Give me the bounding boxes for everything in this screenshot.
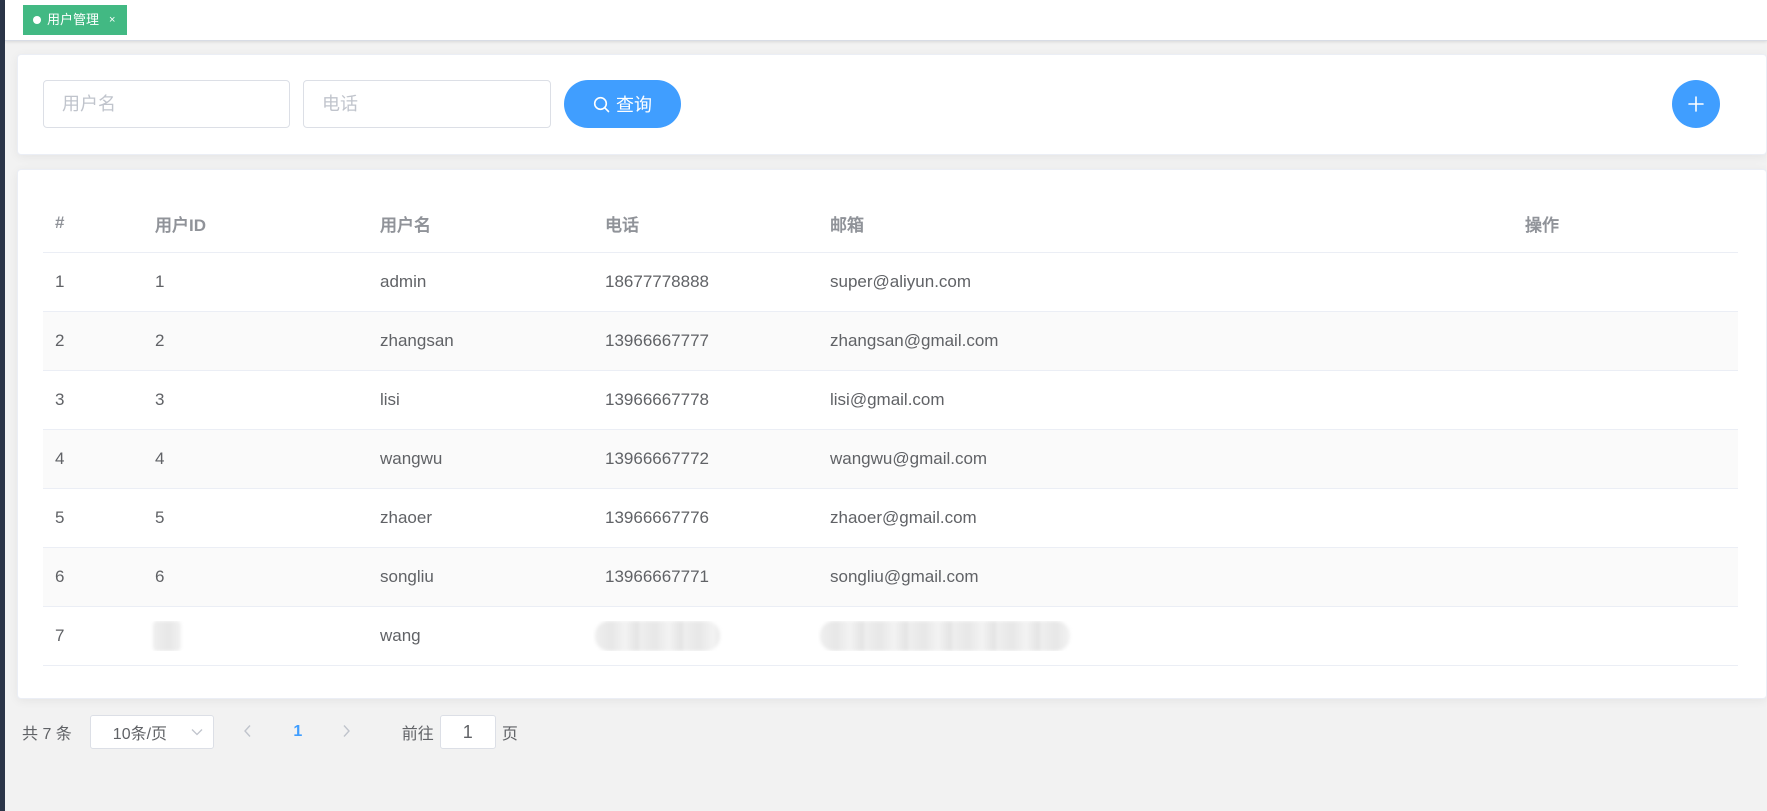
page-size-select[interactable]: 10条/页	[89, 715, 214, 749]
add-user-button[interactable]	[1672, 80, 1720, 128]
goto-suffix: 页	[501, 726, 518, 743]
cell-phone: 13966667776	[605, 508, 710, 527]
cell-user-id: 3	[155, 390, 165, 409]
goto-label: 前往	[401, 726, 434, 743]
cell-index: 6	[55, 567, 65, 586]
cell-user-id: 6	[155, 567, 165, 586]
phone-input[interactable]	[303, 80, 551, 128]
cell-username: admin	[380, 272, 427, 291]
cell-username: zhangsan	[380, 331, 454, 350]
table-header: # 用户ID 用户名 电话 邮箱 操作	[43, 194, 1738, 253]
column-header-username: 用户名	[380, 215, 431, 235]
cell-phone: 13966667778	[605, 390, 710, 409]
chevron-left-icon[interactable]	[232, 721, 264, 744]
page-size-value: 10条/页	[112, 726, 168, 743]
cell-email: wangwu@gmail.com	[830, 449, 988, 468]
user-table: # 用户ID 用户名 电话 邮箱 操作 1 1 admin 1867777888…	[43, 194, 1738, 666]
cell-username: wangwu	[380, 449, 443, 468]
tags-view-bar: 用户管理 ×	[5, 0, 1767, 41]
redacted-blur	[153, 621, 181, 651]
column-header-email: 邮箱	[830, 215, 864, 235]
search-button-label: 查询	[616, 95, 652, 115]
chevron-down-icon	[191, 729, 203, 736]
cell-email: songliu@gmail.com	[830, 567, 979, 586]
column-header-phone: 电话	[605, 215, 639, 235]
app-frame: 用户管理 × 查询 # 用户ID 用户名 电话	[0, 0, 1767, 811]
cell-index: 3	[55, 390, 65, 409]
active-dot-icon	[33, 16, 41, 24]
cell-index: 5	[55, 508, 65, 527]
search-card: 查询	[17, 54, 1767, 155]
cell-email: lisi@gmail.com	[830, 390, 945, 409]
search-button[interactable]: 查询	[564, 80, 681, 128]
tag-label: 用户管理	[47, 12, 100, 27]
cell-user-id: 5	[155, 508, 165, 527]
column-header-actions: 操作	[1525, 215, 1559, 235]
table-row[interactable]: 4 4 wangwu 13966667772 wangwu@gmail.com	[43, 430, 1738, 489]
search-icon	[593, 96, 610, 112]
column-header-index: #	[55, 213, 65, 232]
redacted-blur	[595, 621, 720, 651]
tag-user-management[interactable]: 用户管理 ×	[23, 5, 128, 35]
cell-username: zhaoer	[380, 508, 432, 527]
cell-phone: 13966667777	[605, 331, 710, 350]
table-row[interactable]: 7 wang	[43, 607, 1738, 666]
cell-email: super@aliyun.com	[830, 272, 972, 291]
cell-phone: 13966667772	[605, 449, 710, 468]
cell-user-id: 1	[155, 272, 165, 291]
table-row[interactable]: 2 2 zhangsan 13966667777 zhangsan@gmail.…	[43, 312, 1738, 371]
table-row[interactable]: 1 1 admin 18677778888 super@aliyun.com	[43, 253, 1738, 312]
sidebar-edge	[0, 0, 5, 811]
cell-username: songliu	[380, 567, 434, 586]
table-row[interactable]: 5 5 zhaoer 13966667776 zhaoer@gmail.com	[43, 489, 1738, 548]
username-input[interactable]	[43, 80, 290, 128]
cell-index: 4	[55, 449, 65, 468]
cell-index: 1	[55, 272, 65, 291]
chevron-right-icon[interactable]	[330, 721, 362, 744]
cell-user-id: 2	[155, 331, 165, 350]
page-number-current[interactable]: 1	[282, 723, 314, 741]
table-row[interactable]: 6 6 songliu 13966667771 songliu@gmail.co…	[43, 548, 1738, 607]
table-row[interactable]: 3 3 lisi 13966667778 lisi@gmail.com	[43, 371, 1738, 430]
cell-username: lisi	[380, 390, 400, 409]
cell-index: 2	[55, 331, 65, 350]
plus-icon	[1688, 96, 1704, 112]
cell-email: zhangsan@gmail.com	[830, 331, 999, 350]
cell-user-id: 4	[155, 449, 165, 468]
cell-email	[818, 621, 1513, 651]
pagination: 共 7 条 10条/页 1 前往 页	[22, 714, 518, 750]
goto-page-input[interactable]	[439, 715, 496, 749]
column-header-user-id: 用户ID	[155, 215, 206, 235]
pagination-total: 共 7 条	[22, 726, 72, 743]
table-card: # 用户ID 用户名 电话 邮箱 操作 1 1 admin 1867777888…	[17, 169, 1767, 699]
cell-username: wang	[380, 626, 421, 645]
close-icon[interactable]: ×	[109, 5, 115, 35]
cell-email: zhaoer@gmail.com	[830, 508, 977, 527]
cell-user-id	[143, 621, 368, 651]
redacted-blur	[820, 621, 1070, 651]
cell-phone	[593, 621, 818, 651]
cell-phone: 18677778888	[605, 272, 710, 291]
cell-index: 7	[55, 626, 65, 645]
cell-phone: 13966667771	[605, 567, 710, 586]
